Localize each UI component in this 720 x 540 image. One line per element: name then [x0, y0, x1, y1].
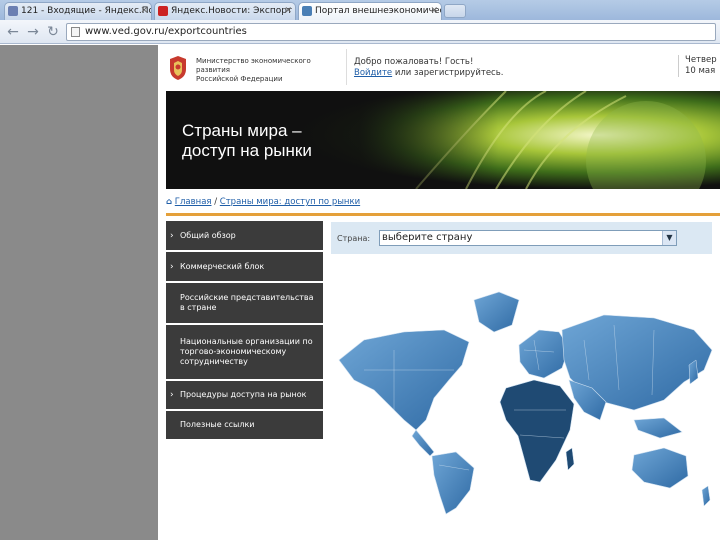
- welcome-block: Добро пожаловать! Гость! Войдите или зар…: [354, 57, 503, 79]
- mail-icon: [8, 6, 18, 16]
- header-divider: [346, 49, 347, 85]
- reload-icon[interactable]: ↻: [44, 23, 62, 41]
- map-region-central-america[interactable]: [411, 429, 435, 457]
- map-region-madagascar[interactable]: [565, 447, 575, 471]
- map-region-north-america[interactable]: [338, 329, 470, 431]
- tab-label: Портал внешнеэкономической: [315, 6, 441, 16]
- menu-item-access-procedures[interactable]: › Процедуры доступа на рынок: [166, 381, 323, 409]
- menu-item-label: Коммерческий блок: [180, 261, 265, 271]
- home-icon[interactable]: ⌂: [166, 197, 172, 207]
- page-icon: [71, 27, 80, 37]
- breadcrumb-current-link[interactable]: Страны мира: доступ по рынки: [220, 197, 360, 207]
- country-select[interactable]: выберите страну ▼: [379, 230, 677, 246]
- map-region-europe[interactable]: [518, 329, 570, 379]
- ministry-name: Министерство экономического развития Рос…: [196, 57, 346, 84]
- coat-of-arms-icon: [170, 56, 186, 80]
- forward-arrow-icon[interactable]: →: [24, 23, 42, 41]
- world-map[interactable]: [334, 270, 720, 515]
- menu-item-commercial[interactable]: › Коммерческий блок: [166, 252, 323, 281]
- map-region-new-zealand[interactable]: [701, 485, 711, 507]
- tab-label: 121 - Входящие - Яндекс.Почта: [21, 6, 151, 16]
- breadcrumb: ⌂ Главная / Страны мира: доступ по рынки: [166, 197, 360, 207]
- hero-banner: Страны мира – доступ на рынки: [166, 91, 720, 189]
- date-day: 10 мая: [685, 66, 716, 76]
- login-link[interactable]: Войдите: [354, 68, 392, 78]
- chevron-right-icon: ›: [170, 390, 174, 400]
- country-select-value: выберите страну: [382, 232, 473, 243]
- breadcrumb-separator: /: [214, 197, 218, 207]
- map-region-southeast-asia[interactable]: [633, 417, 683, 439]
- menu-item-overview[interactable]: › Общий обзор: [166, 221, 323, 250]
- close-icon[interactable]: ✕: [140, 3, 148, 19]
- browser-tab-portal[interactable]: Портал внешнеэкономической ✕: [298, 2, 442, 20]
- close-icon[interactable]: ✕: [284, 3, 292, 19]
- date-weekday: Четвер: [685, 55, 717, 65]
- site-icon: [302, 6, 312, 16]
- country-selector-panel: Страна: выберите страну ▼: [331, 222, 712, 254]
- menu-item-label: Процедуры доступа на рынок: [180, 390, 307, 399]
- menu-item-label: Общий обзор: [180, 230, 236, 240]
- accent-rule: [166, 213, 720, 216]
- close-icon[interactable]: ✕: [430, 3, 438, 19]
- page-left-gutter: [0, 45, 158, 540]
- browser-tab-mail[interactable]: 121 - Входящие - Яндекс.Почта ✕: [4, 2, 152, 20]
- country-label: Страна:: [337, 234, 371, 243]
- map-region-south-america[interactable]: [431, 451, 475, 515]
- browser-tab-bar: 121 - Входящие - Яндекс.Почта ✕ Яндекс.Н…: [0, 0, 720, 20]
- map-region-greenland[interactable]: [473, 291, 520, 333]
- tab-label: Яндекс.Новости: Экспорт: [171, 6, 293, 16]
- menu-item-label: Российские представительства в стране: [180, 293, 314, 312]
- web-page: Министерство экономического развития Рос…: [158, 45, 720, 540]
- banner-title: Страны мира – доступ на рынки: [182, 121, 312, 161]
- welcome-text: Добро пожаловать! Гость!: [354, 57, 474, 67]
- browser-tab-news[interactable]: Яндекс.Новости: Экспорт ✕: [154, 2, 296, 20]
- back-arrow-icon[interactable]: ←: [4, 23, 22, 41]
- address-bar[interactable]: www.ved.gov.ru/exportcountries: [66, 23, 716, 41]
- new-tab-button[interactable]: [444, 4, 466, 18]
- menu-item-label: Национальные организации по торгово-экон…: [180, 337, 313, 366]
- ministry-name-line2: Российской Федерации: [196, 75, 283, 83]
- map-region-africa[interactable]: [499, 379, 575, 483]
- menu-item-useful-links[interactable]: Полезные ссылки: [166, 411, 323, 439]
- menu-item-national-orgs[interactable]: Национальные организации по торгово-экон…: [166, 325, 323, 379]
- map-region-australia[interactable]: [631, 447, 689, 489]
- breadcrumb-home-link[interactable]: Главная: [175, 197, 212, 207]
- chevron-right-icon: ›: [170, 261, 174, 272]
- date-display: Четвер 10 мая: [678, 55, 717, 77]
- url-text: www.ved.gov.ru/exportcountries: [85, 26, 247, 37]
- chevron-down-icon[interactable]: ▼: [662, 231, 676, 245]
- login-rest-text: или зарегистрируйтесь.: [394, 68, 504, 78]
- side-menu: › Общий обзор › Коммерческий блок Россий…: [166, 221, 323, 441]
- banner-title-line1: Страны мира –: [182, 121, 302, 140]
- ministry-name-line1: Министерство экономического развития: [196, 57, 311, 74]
- browser-toolbar: ← → ↻ www.ved.gov.ru/exportcountries: [0, 20, 720, 44]
- menu-item-label: Полезные ссылки: [180, 420, 255, 429]
- chevron-right-icon: ›: [170, 230, 174, 241]
- menu-item-representations[interactable]: Российские представительства в стране: [166, 283, 323, 323]
- yandex-icon: [158, 6, 168, 16]
- banner-title-line2: доступ на рынки: [182, 141, 312, 160]
